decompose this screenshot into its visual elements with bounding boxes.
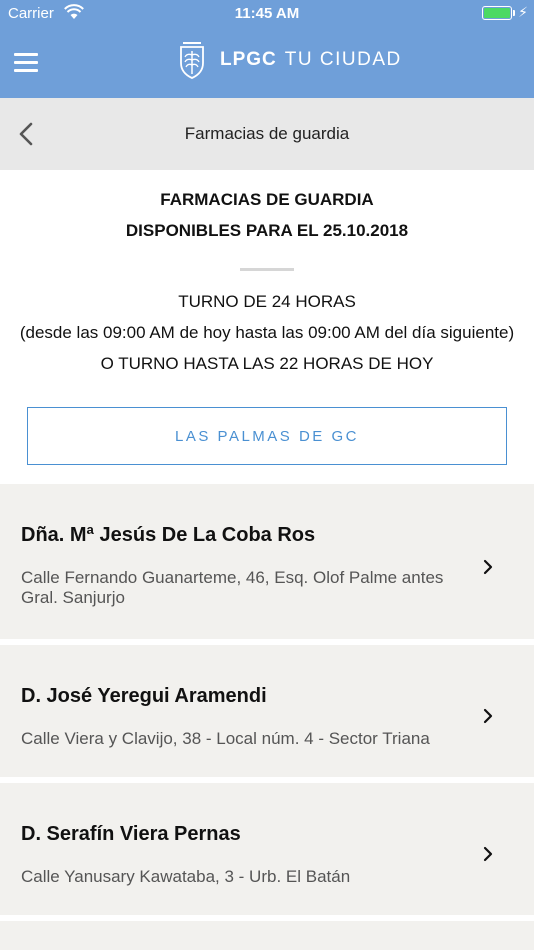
chevron-right-icon — [483, 846, 493, 862]
shift-line3: O TURNO HASTA LAS 22 HORAS DE HOY — [100, 354, 434, 373]
pharmacy-name: D. José Yeregui Aramendi — [21, 685, 267, 707]
brand-logo-icon — [180, 42, 204, 79]
intro-heading-line2: DISPONIBLES PARA EL 25.10.2018 — [125, 221, 409, 240]
menu-icon — [14, 53, 38, 56]
pharmacy-name: D. Serafín Viera Pernas — [21, 823, 241, 845]
menu-icon-bar — [14, 69, 38, 72]
status-time: 11:45 AM — [234, 5, 300, 22]
chevron-right-icon — [483, 708, 493, 724]
chevron-right-icon — [483, 559, 493, 575]
intro-section: FARMACIAS DE GUARDIA DISPONIBLES PARA EL… — [0, 170, 534, 379]
pharmacy-address: Calle Fernando Guanarteme, 46, Esq. Olof… — [21, 568, 444, 607]
battery-icon — [482, 6, 512, 20]
location-button[interactable]: LAS PALMAS DE GC — [27, 407, 507, 465]
pharmacy-name: Dña. Mª Jesús De La Coba Ros — [21, 524, 316, 546]
pharmacy-list: Dña. Mª Jesús De La Coba Ros Calle Ferna… — [0, 484, 534, 950]
menu-button[interactable] — [14, 53, 38, 73]
brand-name: LPGC — [220, 49, 277, 70]
pharmacy-address: Calle Viera y Clavijo, 38 - Local núm. 4… — [21, 729, 430, 748]
pharmacy-item[interactable]: D. José Yeregui Aramendi Calle Viera y C… — [0, 645, 534, 777]
intro-heading-line1: FARMACIAS DE GUARDIA — [160, 190, 374, 209]
status-bar: Carrier 11:45 AM ⚡ — [0, 0, 534, 28]
pharmacy-item[interactable]: Dña. Mª Jesús De La Coba Ros Calle Ferna… — [0, 484, 534, 639]
pharmacy-address: Calle Yanusary Kawataba, 3 - Urb. El Bat… — [21, 867, 351, 886]
battery-tip — [513, 10, 515, 16]
charging-icon: ⚡ — [518, 4, 528, 20]
pharmacy-item[interactable]: D. Serafín Viera Pernas Calle Yanusary K… — [0, 783, 534, 915]
menu-icon-bar — [14, 61, 38, 64]
pharmacy-item-partial[interactable] — [0, 921, 534, 950]
divider — [240, 268, 294, 271]
brand: LPGC TU CIUDAD — [178, 40, 402, 80]
page-header: Farmacias de guardia — [0, 98, 534, 170]
brand-tagline: TU CIUDAD — [284, 49, 402, 70]
shift-line1: TURNO DE 24 HORAS — [178, 292, 356, 311]
page-title: Farmacias de guardia — [184, 124, 350, 143]
app-header: LPGC TU CIUDAD — [0, 28, 534, 98]
shift-line2: (desde las 09:00 AM de hoy hasta las 09:… — [19, 323, 515, 342]
